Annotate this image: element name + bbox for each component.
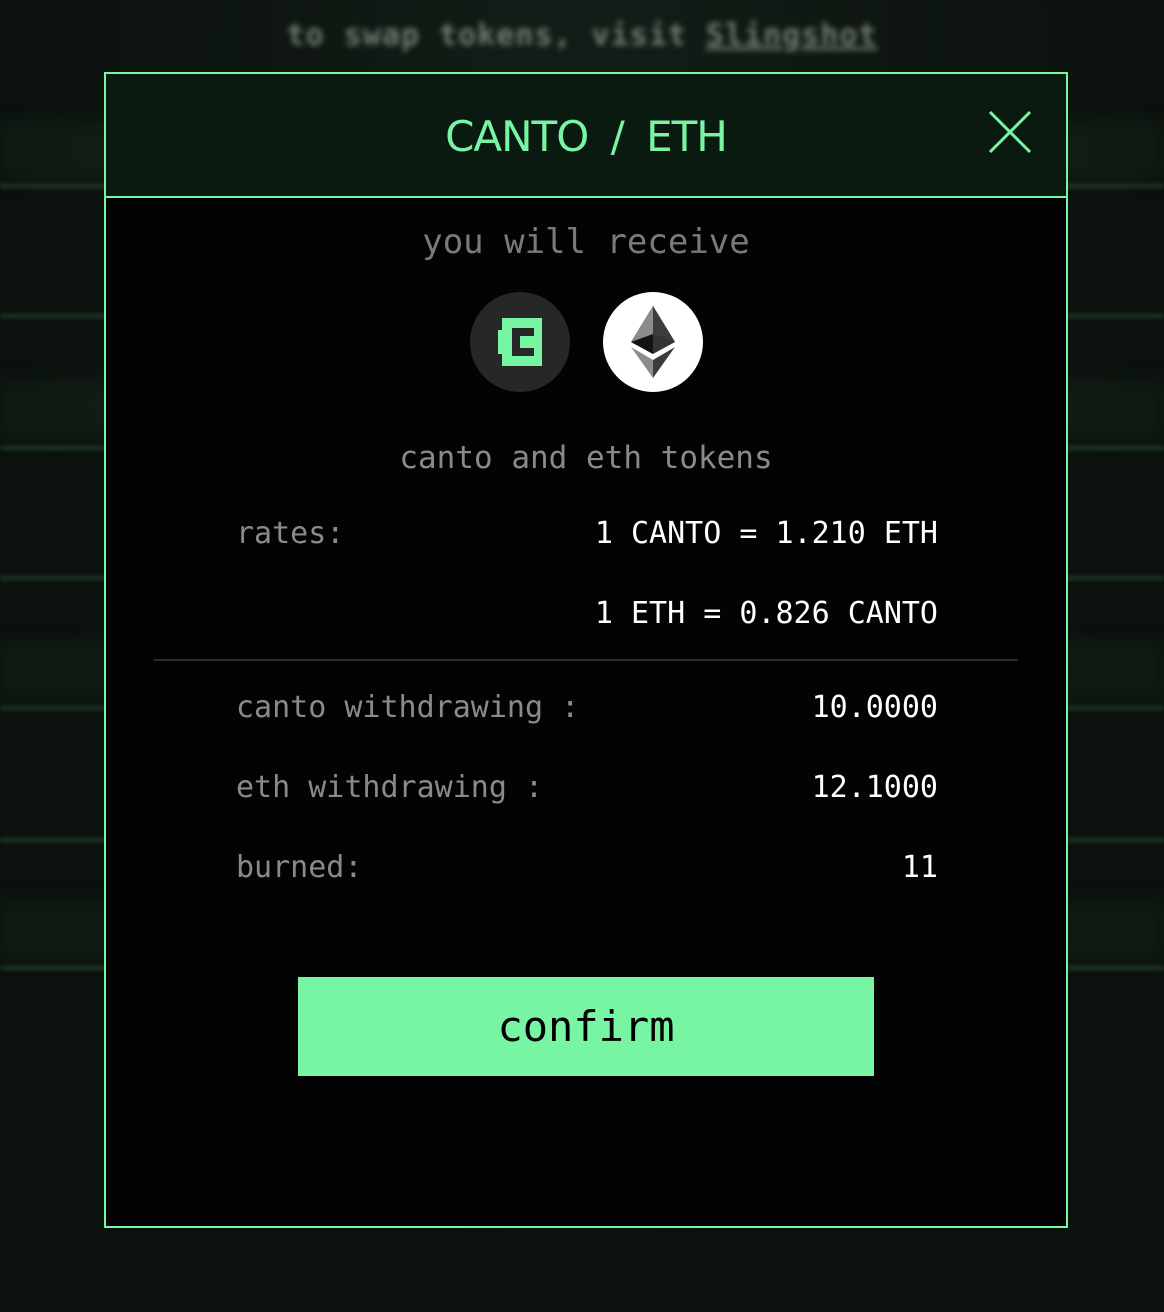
withdraw-liquidity-modal: CANTO / ETH you will receive canto and e… <box>104 72 1068 1228</box>
background-slingshot-link[interactable]: Slingshot <box>706 18 878 53</box>
burned-value: 11 <box>901 850 938 885</box>
background-swap-text: to swap tokens, visit <box>286 18 687 53</box>
modal-title: CANTO / ETH <box>445 112 728 161</box>
canto-logo-icon <box>498 318 542 366</box>
canto-withdrawing-label: canto withdrawing : <box>236 690 580 725</box>
tokens-label: canto and eth tokens <box>399 440 773 476</box>
canto-token-icon <box>470 292 570 392</box>
confirm-button[interactable]: confirm <box>298 977 874 1076</box>
rate-eth-to-canto: 1 ETH = 0.826 CANTO <box>594 596 938 631</box>
receive-label: you will receive <box>422 222 750 262</box>
close-button[interactable] <box>986 108 1034 156</box>
close-icon <box>988 110 1032 154</box>
burned-label: burned: <box>236 850 363 885</box>
rates-label: rates: <box>236 516 345 551</box>
modal-header: CANTO / ETH <box>106 74 1066 198</box>
eth-withdrawing-label: eth withdrawing : <box>236 770 544 805</box>
eth-withdrawing-value: 12.1000 <box>811 770 938 805</box>
background-swap-notice: to swap tokens, visit Slingshot <box>0 18 1164 53</box>
canto-withdrawing-value: 10.0000 <box>811 690 938 725</box>
divider <box>154 659 1018 661</box>
eth-token-icon <box>603 292 703 392</box>
ethereum-logo-icon <box>631 306 675 378</box>
rate-canto-to-eth: 1 CANTO = 1.210 ETH <box>594 516 938 551</box>
